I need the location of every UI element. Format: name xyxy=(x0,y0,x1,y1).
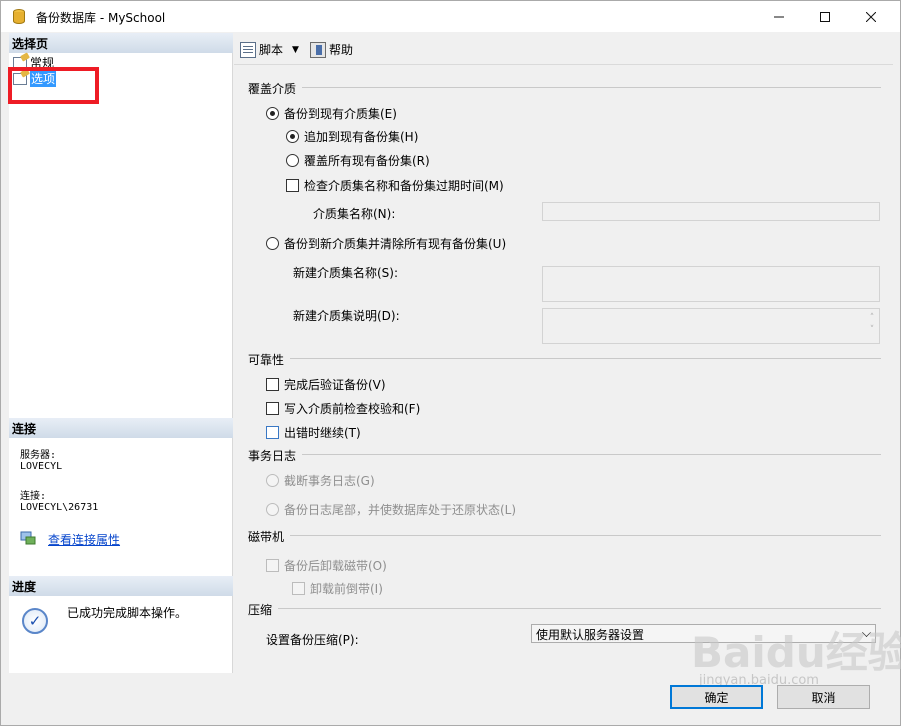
divider xyxy=(302,454,881,455)
checkbox-indicator[interactable] xyxy=(266,426,279,439)
backup-new-media-radio[interactable]: 备份到新介质集并清除所有现有备份集(U) xyxy=(266,235,506,252)
overwrite-backup-sets-radio[interactable]: 覆盖所有现有备份集(R) xyxy=(286,152,430,169)
checkbox-indicator[interactable] xyxy=(266,378,279,391)
new-media-description-label: 新建介质集说明(D): xyxy=(293,309,400,323)
help-icon xyxy=(310,41,326,58)
close-button[interactable] xyxy=(848,1,893,32)
minimize-icon xyxy=(773,16,784,17)
maximize-button[interactable] xyxy=(802,1,847,32)
transaction-log-group-header: 事务日志 xyxy=(248,449,297,463)
connection-header: 连接 xyxy=(9,418,233,438)
option-label: 追加到现有备份集(H) xyxy=(304,130,419,144)
connection-value: LOVECYL\26731 xyxy=(20,502,99,513)
option-label: 覆盖所有现有备份集(R) xyxy=(304,154,430,168)
checkbox-indicator[interactable] xyxy=(292,582,305,595)
backup-existing-media-radio[interactable]: 备份到现有介质集(E) xyxy=(266,105,397,122)
tape-group-header: 磁带机 xyxy=(248,530,285,544)
verify-backup-checkbox[interactable]: 完成后验证备份(V) xyxy=(266,376,386,393)
progress-header: 进度 xyxy=(9,576,233,596)
media-set-name-field[interactable] xyxy=(542,202,880,221)
close-icon xyxy=(865,11,876,22)
check-media-set-checkbox[interactable]: 检查介质集名称和备份集过期时间(M) xyxy=(286,177,504,194)
backup-log-tail-radio[interactable]: 备份日志尾部，并使数据库处于还原状态(L) xyxy=(266,501,516,518)
cancel-button[interactable]: 取消 xyxy=(777,685,870,709)
new-media-description-field[interactable]: ˄ ˅ xyxy=(542,308,880,344)
options-page: 覆盖介质 备份到现有介质集(E) 追加到现有备份集(H) 覆盖所有现有备份集(R… xyxy=(234,66,893,673)
maximize-icon xyxy=(819,11,830,22)
reliability-group-header: 可靠性 xyxy=(248,353,285,367)
toolbar: 脚本 ▼ 帮助 xyxy=(234,33,893,65)
option-label: 备份后卸载磁带(O) xyxy=(284,559,387,573)
radio-indicator[interactable] xyxy=(266,503,279,516)
scroll-arrows-icon[interactable]: ˄ ˅ xyxy=(867,312,877,342)
append-backup-set-radio[interactable]: 追加到现有备份集(H) xyxy=(286,128,418,145)
radio-indicator[interactable] xyxy=(286,130,299,143)
compression-setting-label: 设置备份压缩(P): xyxy=(266,633,359,647)
select-page-header: 选择页 xyxy=(9,33,233,53)
new-media-name-field[interactable] xyxy=(542,266,880,302)
highlight-annotation xyxy=(8,67,99,104)
view-connection-properties-link[interactable]: 查看连接属性 xyxy=(48,531,120,548)
title-bar[interactable]: 备份数据库 - MySchool xyxy=(1,1,900,32)
success-check-icon: ✓ xyxy=(22,608,48,634)
window-title: 备份数据库 - MySchool xyxy=(36,11,166,25)
server-value: LOVECYL xyxy=(20,461,63,472)
progress-status: 已成功完成脚本操作。 xyxy=(67,606,188,620)
option-label: 备份到新介质集并清除所有现有备份集(U) xyxy=(284,237,507,251)
option-label: 出错时继续(T) xyxy=(284,426,361,440)
server-label: 服务器: xyxy=(20,450,57,461)
truncate-log-radio[interactable]: 截断事务日志(G) xyxy=(266,472,375,489)
connection-properties-icon xyxy=(20,531,36,545)
minimize-button[interactable] xyxy=(756,1,801,32)
connection-label: 连接: xyxy=(20,491,47,502)
option-label: 卸载前倒带(I) xyxy=(310,582,383,596)
help-label: 帮助 xyxy=(329,43,354,57)
radio-indicator[interactable] xyxy=(266,474,279,487)
new-media-name-label: 新建介质集名称(S): xyxy=(293,266,399,280)
continue-on-error-checkbox[interactable]: 出错时继续(T) xyxy=(266,424,361,441)
chevron-down-icon[interactable]: ▼ xyxy=(292,45,299,55)
compression-group-header: 压缩 xyxy=(248,603,273,617)
option-label: 备份日志尾部，并使数据库处于还原状态(L) xyxy=(284,503,517,517)
help-button[interactable]: 帮助 xyxy=(310,41,353,58)
unload-tape-checkbox[interactable]: 备份后卸载磁带(O) xyxy=(266,557,387,574)
checkbox-indicator[interactable] xyxy=(266,402,279,415)
database-icon xyxy=(13,9,25,24)
left-pane: 选择页 常规 选项 连接 服务器: LOVECYL 连接: LOVECYL\26… xyxy=(9,33,233,673)
ok-button[interactable]: 确定 xyxy=(670,685,763,709)
script-label: 脚本 xyxy=(259,43,284,57)
checkbox-indicator[interactable] xyxy=(266,559,279,572)
checksum-checkbox[interactable]: 写入介质前检查校验和(F) xyxy=(266,400,420,417)
rewind-tape-checkbox[interactable]: 卸载前倒带(I) xyxy=(292,580,383,597)
option-label: 检查介质集名称和备份集过期时间(M) xyxy=(304,179,504,193)
select-value: 使用默认服务器设置 xyxy=(536,628,645,642)
compression-setting-select[interactable]: 使用默认服务器设置 xyxy=(531,624,876,643)
divider xyxy=(278,608,881,609)
divider xyxy=(290,358,881,359)
option-label: 完成后验证备份(V) xyxy=(284,378,386,392)
radio-indicator[interactable] xyxy=(266,107,279,120)
radio-indicator[interactable] xyxy=(266,237,279,250)
option-label: 备份到现有介质集(E) xyxy=(284,107,397,121)
media-set-name-label: 介质集名称(N): xyxy=(313,207,396,221)
radio-indicator[interactable] xyxy=(286,154,299,167)
backup-database-dialog: 备份数据库 - MySchool 选择页 常规 选项 连接 服务器: LOVEC… xyxy=(0,0,901,726)
script-button[interactable]: 脚本 ▼ xyxy=(240,41,299,58)
divider xyxy=(302,87,881,88)
checkbox-indicator[interactable] xyxy=(286,179,299,192)
divider xyxy=(290,535,881,536)
script-icon xyxy=(240,41,256,58)
chevron-down-icon xyxy=(862,628,871,637)
media-group-header: 覆盖介质 xyxy=(248,82,297,96)
option-label: 写入介质前检查校验和(F) xyxy=(284,402,421,416)
option-label: 截断事务日志(G) xyxy=(284,474,375,488)
